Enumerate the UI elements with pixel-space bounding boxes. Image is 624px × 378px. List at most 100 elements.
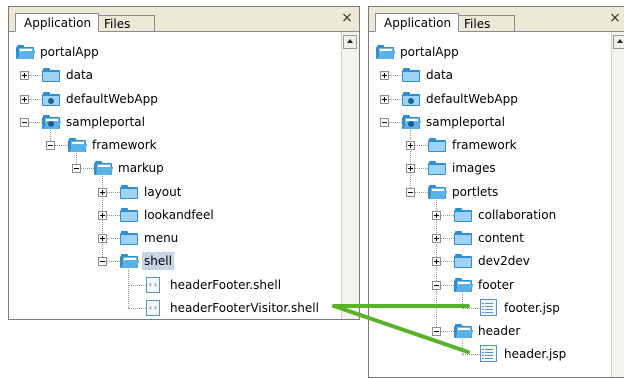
folder-closed-icon (120, 231, 138, 245)
scroll-up-arrow-icon[interactable] (613, 35, 624, 49)
folder-open-icon (376, 45, 396, 59)
scroll-up-arrow-icon[interactable] (343, 35, 357, 49)
tree-item-label: framework (452, 138, 517, 152)
tree-item-label: shell (142, 252, 174, 271)
collapse-icon[interactable] (20, 117, 29, 127)
shell-file-icon: ‹› (146, 299, 160, 316)
expand-icon[interactable] (380, 94, 389, 104)
tree-item-header-jsp[interactable]: header.jsp (369, 344, 612, 364)
tree-item-collaboration[interactable]: collaboration (369, 205, 612, 225)
expand-icon[interactable] (380, 71, 389, 81)
webapp-folder-open-icon (402, 114, 422, 129)
tree-item-label: header (478, 324, 521, 338)
tree-item-label: portlets (452, 184, 499, 199)
tree-item-framework[interactable]: framework (369, 135, 612, 155)
folder-closed-icon (42, 68, 60, 83)
tab-files[interactable]: Files (95, 15, 155, 32)
expand-icon[interactable] (98, 210, 107, 220)
jsp-file-icon (480, 345, 497, 363)
expand-icon[interactable] (20, 71, 29, 81)
tree-connector (128, 284, 146, 286)
tab-files[interactable]: Files (455, 15, 515, 32)
collapse-icon[interactable] (380, 117, 389, 127)
tree-item-label: images (452, 161, 496, 176)
shell-file-icon: ‹› (146, 276, 160, 293)
tree-item-framework[interactable]: framework (9, 135, 342, 155)
tree-item-label: data (66, 68, 94, 83)
tree-item-header[interactable]: header (369, 321, 612, 341)
tree-item-lookandfeel[interactable]: lookandfeel (9, 205, 342, 225)
tree-connector (128, 307, 146, 309)
folder-closed-icon (454, 207, 472, 222)
collapse-icon[interactable] (432, 327, 441, 336)
tree-item-label: menu (144, 231, 179, 245)
tree-item-portlets[interactable]: portlets (369, 182, 612, 202)
tree-item-label: framework (92, 138, 157, 152)
collapse-icon[interactable] (72, 164, 81, 174)
tree-item-footer-jsp[interactable]: footer.jsp (369, 298, 612, 318)
expand-icon[interactable] (98, 187, 107, 197)
tree-item-label: defaultWebApp (426, 91, 518, 106)
tree-item-label: dev2dev (478, 254, 530, 269)
tree-item-label: content (478, 231, 524, 245)
tree-item-sampleportal[interactable]: sampleportal (9, 112, 342, 132)
folder-open-icon (120, 254, 140, 269)
right-file-panel: Application Files × portalApp data default… (368, 6, 624, 378)
tree-item-defaultwebapp[interactable]: defaultWebApp (369, 89, 612, 109)
expand-icon[interactable] (98, 234, 107, 243)
tree-item-data[interactable]: data (9, 65, 342, 85)
expand-icon[interactable] (432, 234, 441, 243)
folder-closed-icon (120, 207, 138, 222)
tree-item-label: footer (478, 277, 514, 292)
webapp-folder-open-icon (42, 114, 62, 129)
vertical-scrollbar[interactable] (341, 32, 359, 319)
tree-item-label: lookandfeel (144, 207, 214, 222)
vertical-scrollbar[interactable] (611, 32, 624, 377)
folder-open-icon (454, 324, 474, 338)
folder-open-icon (94, 161, 114, 176)
close-icon[interactable]: × (339, 10, 355, 26)
tree-item-label: sampleportal (66, 114, 145, 129)
folder-closed-icon (454, 254, 472, 269)
tree-item-headerfootervisitor-shell[interactable]: ‹› headerFooterVisitor.shell (9, 298, 342, 318)
tree-item-label: headerFooterVisitor.shell (170, 300, 319, 315)
expand-icon[interactable] (406, 164, 415, 174)
tree-item-footer[interactable]: footer (369, 275, 612, 295)
tab-application[interactable]: Application (375, 13, 459, 32)
expand-icon[interactable] (406, 141, 415, 150)
tree-item-label: layout (144, 184, 182, 199)
tree-item-data[interactable]: data (369, 65, 612, 85)
tree-item-label: footer.jsp (504, 300, 560, 315)
collapse-icon[interactable] (432, 280, 441, 290)
collapse-icon[interactable] (406, 187, 415, 197)
tree-item-markup[interactable]: markup (9, 158, 342, 178)
tab-application[interactable]: Application (15, 13, 99, 32)
tree-item-menu[interactable]: menu (9, 228, 342, 248)
tree-item-portalapp[interactable]: portalApp (9, 42, 342, 62)
folder-open-icon (428, 184, 448, 199)
tree-item-layout[interactable]: layout (9, 182, 342, 202)
tree-item-defaultwebapp[interactable]: defaultWebApp (9, 89, 342, 109)
expand-icon[interactable] (432, 257, 441, 267)
tree-item-label: markup (118, 161, 164, 176)
tab-bar: Application Files × (369, 7, 624, 32)
tree-item-content[interactable]: content (369, 228, 612, 248)
tree-item-images[interactable]: images (369, 158, 612, 178)
tree-item-label: sampleportal (426, 114, 505, 129)
collapse-icon[interactable] (46, 141, 55, 150)
tree-item-dev2dev[interactable]: dev2dev (369, 251, 612, 271)
folder-closed-icon (402, 68, 420, 83)
collapse-icon[interactable] (98, 257, 107, 267)
tree-item-label: data (426, 68, 454, 83)
tree-view: portalApp data defaultWebApp sampleportal fr… (9, 32, 342, 319)
tree-item-headerfooter-shell[interactable]: ‹› headerFooter.shell (9, 275, 342, 295)
expand-icon[interactable] (20, 94, 29, 104)
tree-item-portalapp[interactable]: portalApp (369, 42, 612, 62)
tree-item-label: portalApp (400, 45, 459, 59)
folder-closed-icon (120, 184, 138, 199)
tree-item-sampleportal[interactable]: sampleportal (369, 112, 612, 132)
expand-icon[interactable] (432, 210, 441, 220)
tree-item-label: header.jsp (504, 347, 567, 362)
close-icon[interactable]: × (607, 10, 623, 26)
tree-item-shell[interactable]: shell (9, 251, 342, 271)
